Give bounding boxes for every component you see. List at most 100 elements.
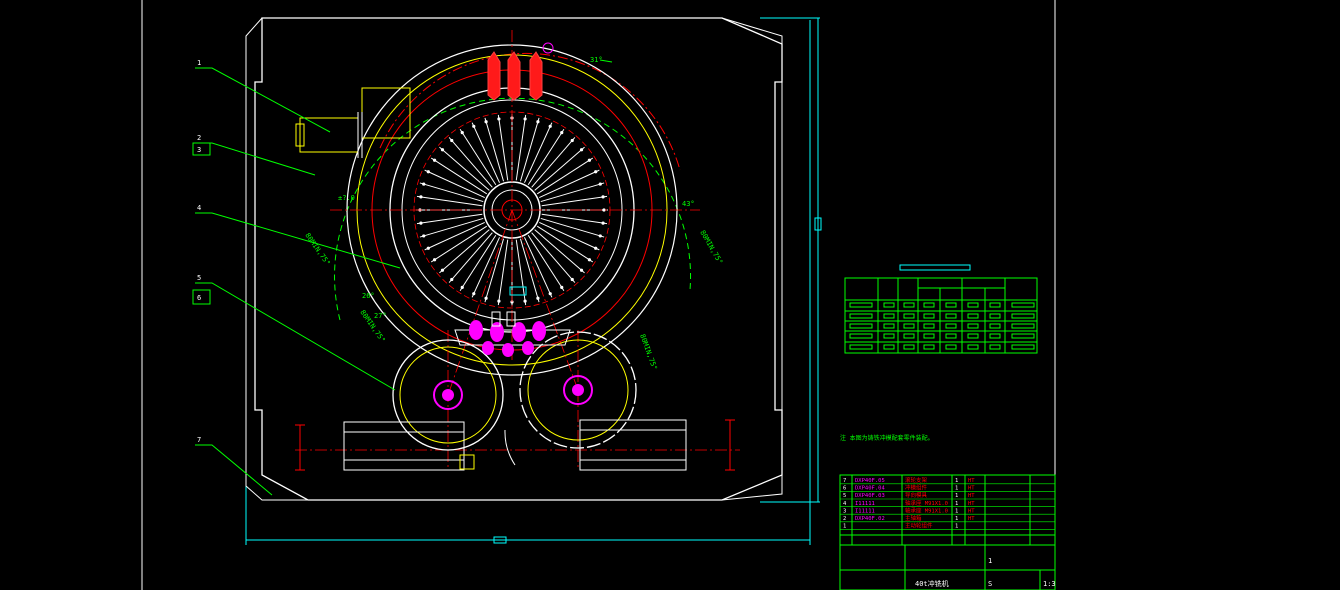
- angle-label-b: 27°: [374, 312, 387, 320]
- table-cell: [883, 302, 895, 308]
- bom-name: 滚轮支架: [905, 476, 928, 484]
- spoke-pin: [598, 182, 602, 186]
- bom-no: 5: [843, 493, 846, 499]
- spoke-pin: [536, 120, 540, 124]
- bom-code: I11111: [855, 501, 875, 507]
- bom-qty: 1: [955, 486, 958, 492]
- spoke-pin: [587, 258, 591, 262]
- table-cell: [967, 313, 979, 319]
- bom-name: 轴承座 M91X1.0: [905, 499, 948, 507]
- bom-qty: 1: [955, 508, 958, 514]
- bom-name: 主动轮组件: [905, 522, 933, 530]
- table-cell: [1011, 333, 1035, 339]
- conveyor-left: [343, 421, 475, 471]
- wheel-spoke: [416, 213, 483, 225]
- spoke-pin: [422, 234, 426, 238]
- leader-1: 1: [197, 59, 201, 67]
- drawing-note: 注 本图为铸铁冲模配套零件装配。: [840, 434, 934, 442]
- svg-text:80MIN,75°: 80MIN,75°: [638, 333, 658, 371]
- svg-text:80MIN,75°: 80MIN,75°: [698, 229, 724, 266]
- table-cell: [903, 302, 915, 308]
- spoke-pin: [433, 158, 437, 162]
- table-cell: [903, 333, 915, 339]
- table-cell: [883, 333, 895, 339]
- table-cell: [1011, 313, 1035, 319]
- table-cell: [923, 333, 935, 339]
- table-cell: [967, 323, 979, 329]
- wheel-spoke: [497, 239, 509, 306]
- spoke-pin: [472, 292, 476, 296]
- table-cell: [849, 333, 873, 339]
- bom-name: 主轴箱: [905, 514, 922, 522]
- top-punch-teeth: [487, 51, 543, 101]
- leader-7: 7: [197, 436, 201, 444]
- wheel-spoke: [416, 195, 483, 207]
- table-cell: [923, 302, 935, 308]
- bom-name: 导向模具: [905, 491, 928, 499]
- spoke-pin: [450, 277, 454, 282]
- wheel-spoke: [515, 114, 527, 181]
- table-cell: [967, 302, 979, 308]
- bom-material: HT: [968, 501, 975, 507]
- spoke-pin: [497, 117, 501, 121]
- sheet-label: S: [988, 580, 992, 588]
- spoke-pin: [594, 246, 598, 250]
- spoke-pin: [422, 182, 426, 186]
- spoke-pin: [433, 258, 437, 262]
- bom-row: 2 DXP40F.02 主轴箱 1 HT: [840, 514, 1055, 523]
- table-cell: [989, 333, 1001, 339]
- spoke-pin: [579, 268, 584, 272]
- spoke-pin: [484, 296, 488, 300]
- spoke-pin: [594, 170, 598, 174]
- bom-material: HT: [968, 486, 975, 492]
- table-cell: [989, 302, 1001, 308]
- spoke-pin: [579, 148, 584, 152]
- bom-qty: 1: [955, 478, 958, 484]
- parameter-table: [844, 264, 1038, 354]
- spoke-pin: [484, 120, 488, 124]
- spoke-pin: [472, 124, 476, 128]
- table-cell: [849, 344, 873, 350]
- bom-code: DXP40F.03: [855, 493, 885, 499]
- spoke-pin: [426, 246, 430, 250]
- spoke-pin: [536, 296, 540, 300]
- bom-row: 6 DXP40F.04 冲模组件 1 HT: [840, 484, 1055, 492]
- wheel-spoke: [541, 195, 608, 207]
- leader-4: 4: [197, 204, 201, 212]
- leader-3: 3: [197, 146, 201, 154]
- spoke-pin: [598, 234, 602, 238]
- table-cell: [903, 313, 915, 319]
- wheel-spoke: [541, 213, 608, 225]
- angle-label-a: 31°: [590, 56, 603, 64]
- bom-material: HT: [968, 478, 975, 484]
- bom-no: 2: [843, 516, 846, 522]
- bom-material: HT: [968, 493, 975, 499]
- spoke-pin: [601, 221, 605, 225]
- table-cell: [923, 344, 935, 350]
- table-cell: [967, 333, 979, 339]
- spoke-pin: [460, 131, 464, 135]
- table-cell: [883, 313, 895, 319]
- table-cell: [989, 323, 1001, 329]
- table-cell: [849, 302, 873, 308]
- spoke-pin: [497, 299, 501, 303]
- table-cell: [923, 323, 935, 329]
- table-cell: [1011, 344, 1035, 350]
- bom-row: 4 I11111 轴承座 M91X1.0 1 HT: [840, 499, 1055, 507]
- spoke-pin: [570, 277, 574, 282]
- table-cell: [945, 302, 957, 308]
- bom-qty: 1: [955, 493, 958, 499]
- bom-no: 6: [843, 486, 846, 492]
- table-cell: [945, 344, 957, 350]
- spoke-pin: [440, 268, 445, 272]
- bom-name: 冲模组件: [905, 484, 928, 492]
- bom-material: HT: [968, 508, 975, 514]
- spoke-pin: [450, 138, 454, 143]
- table-cell: [883, 344, 895, 350]
- bom-code: DXP40F.02: [855, 516, 885, 522]
- spoke-pin: [570, 138, 574, 143]
- leader-5: 5: [197, 274, 201, 282]
- bom-qty: 1: [955, 501, 958, 507]
- spoke-pin: [601, 195, 605, 199]
- cad-drawing: 80MIN,75° 80MIN,75° 80MIN,75° 80MIN,75° …: [141, 0, 1056, 590]
